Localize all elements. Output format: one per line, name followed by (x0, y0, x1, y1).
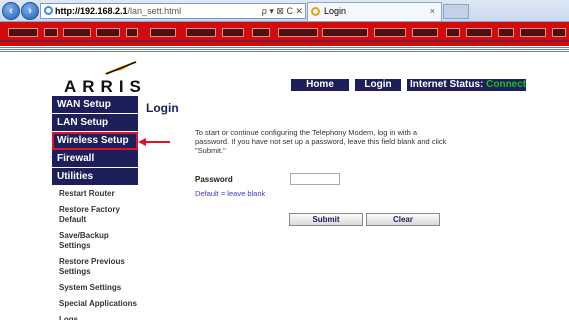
clear-button[interactable]: Clear (366, 213, 440, 226)
forward-arrow-icon[interactable]: › (21, 2, 39, 20)
annotation-arrow-icon (138, 138, 170, 146)
sidebar-subitem-restore-previous-settings[interactable]: Restore Previous Settings (52, 254, 138, 280)
sidebar-subitem-restart-router[interactable]: Restart Router (52, 186, 138, 202)
arris-swoosh-icon (102, 60, 138, 75)
sidebar-subitem-system-settings[interactable]: System Settings (52, 280, 138, 296)
status-value: Connected (486, 79, 526, 90)
sidebar-subitem-save-backup-settings[interactable]: Save/Backup Settings (52, 228, 138, 254)
browser-toolbar: ‹ › http://192.168.2.1/lan_sett.html ρ ▾… (0, 0, 569, 22)
login-button[interactable]: Login (355, 79, 401, 91)
sidebar-item-firewall[interactable]: Firewall (52, 150, 138, 168)
ie-page-icon (44, 6, 53, 15)
home-button[interactable]: Home (291, 79, 349, 91)
url-host: http://192.168.2.1 (55, 6, 128, 16)
password-label: Password (195, 175, 233, 184)
arris-logo: ARRIS (64, 77, 147, 96)
header-stripes (0, 46, 569, 52)
header-banner (0, 22, 569, 46)
tab-close-icon[interactable]: × (430, 3, 435, 20)
back-arrow-icon[interactable]: ‹ (2, 2, 20, 20)
sidebar-item-wireless-setup[interactable]: Wireless Setup (52, 132, 138, 150)
address-bar[interactable]: http://192.168.2.1/lan_sett.html ρ ▾ ⊠ C… (40, 3, 306, 19)
sidebar-item-utilities[interactable]: Utilities (52, 168, 138, 186)
tab-page-icon (311, 7, 320, 16)
sidebar-item-lan-setup[interactable]: LAN Setup (52, 114, 138, 132)
password-hint: Default = leave blank (195, 189, 266, 198)
submit-button[interactable]: Submit (289, 213, 363, 226)
new-tab-button[interactable] (443, 4, 469, 19)
login-instructions: To start or continue configuring the Tel… (195, 128, 447, 155)
internet-status: Internet Status: Connected (407, 79, 526, 91)
sidebar-subitem-special-applications[interactable]: Special Applications (52, 296, 138, 312)
sidebar-subitem-logs[interactable]: Logs (52, 312, 138, 320)
sidebar: WAN Setup LAN Setup Wireless Setup Firew… (52, 96, 138, 320)
password-field[interactable] (290, 173, 340, 185)
sidebar-item-wan-setup[interactable]: WAN Setup (52, 96, 138, 114)
address-tools-icons[interactable]: ρ ▾ ⊠ C ✕ (262, 4, 303, 18)
sidebar-subitem-restore-factory-default[interactable]: Restore Factory Default (52, 202, 138, 228)
browser-tab[interactable]: Login × (307, 2, 442, 21)
page-title: Login (146, 101, 179, 115)
url-path: /lan_sett.html (127, 6, 182, 16)
tab-title: Login (324, 6, 347, 16)
status-label: Internet Status: (410, 79, 484, 90)
